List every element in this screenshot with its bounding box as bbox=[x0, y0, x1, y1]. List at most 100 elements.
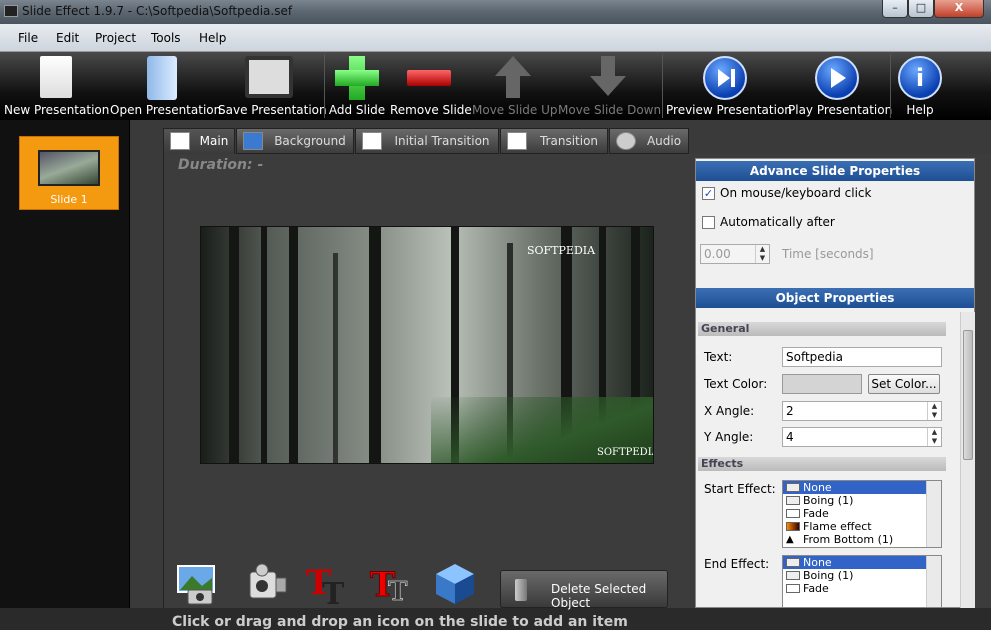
arrow-down-icon bbox=[590, 76, 626, 96]
arrow-up-stem bbox=[506, 76, 520, 98]
advance-slide-properties-header: Advance Slide Properties bbox=[696, 161, 974, 181]
tab-initial-transition[interactable]: Initial Transition bbox=[355, 128, 499, 154]
effect-fade-icon bbox=[786, 584, 800, 593]
info-icon: i bbox=[898, 56, 942, 100]
end-effect-list[interactable]: None Boing (1) Fade bbox=[782, 555, 942, 607]
on-mouse-label: On mouse/keyboard click bbox=[720, 186, 872, 200]
save-disk-icon bbox=[245, 56, 293, 98]
tab-audio[interactable]: Audio bbox=[609, 128, 689, 154]
effect-none-icon bbox=[786, 558, 800, 567]
toolbar: New Presentation Open Presentation Save … bbox=[0, 52, 991, 120]
y-angle-input[interactable]: 4 ▲ ▼ bbox=[782, 427, 942, 447]
open-presentation-button[interactable]: Open Presentation bbox=[110, 52, 221, 120]
slide-thumbnail[interactable]: Slide 1 bbox=[19, 136, 119, 210]
auto-after-label: Automatically after bbox=[720, 215, 835, 229]
effect-boing-icon bbox=[786, 571, 800, 580]
trash-icon bbox=[515, 579, 527, 601]
list-item[interactable]: Fade bbox=[783, 507, 941, 520]
duration-label: Duration: - bbox=[178, 157, 264, 173]
list-item[interactable]: ▲ From Bottom (1) bbox=[783, 533, 941, 546]
list-item[interactable]: None bbox=[783, 556, 941, 569]
menu-project[interactable]: Project bbox=[95, 31, 136, 45]
list-item[interactable]: Fade bbox=[783, 582, 941, 595]
remove-slide-button[interactable]: Remove Slide bbox=[390, 52, 472, 120]
add-3d-text-icon[interactable]: TT bbox=[368, 560, 414, 608]
text-label: Text: bbox=[704, 350, 733, 364]
text-input[interactable]: Softpedia bbox=[782, 347, 942, 367]
add-slide-button[interactable]: Add Slide bbox=[328, 52, 386, 120]
start-effect-label: Start Effect: bbox=[704, 482, 776, 496]
y-angle-spinner[interactable]: ▲ ▼ bbox=[927, 428, 941, 446]
effects-group-header: Effects bbox=[698, 457, 946, 471]
add-item-hint: Click or drag and drop an icon on the sl… bbox=[172, 614, 628, 630]
object-properties-header: Object Properties bbox=[696, 288, 974, 308]
maximize-button[interactable]: □ bbox=[908, 0, 934, 18]
delete-selected-object-button[interactable]: Delete Selected Object bbox=[500, 570, 668, 610]
tab-transition[interactable]: Transition bbox=[500, 128, 608, 154]
minus-icon bbox=[407, 70, 451, 86]
end-effect-scrollbar[interactable] bbox=[926, 556, 941, 607]
x-angle-label: X Angle: bbox=[704, 404, 755, 418]
toolbar-separator bbox=[662, 54, 663, 118]
menu-file[interactable]: File bbox=[18, 31, 38, 45]
toolbar-separator bbox=[890, 54, 891, 118]
move-slide-up-button[interactable]: Move Slide Up bbox=[472, 52, 558, 120]
list-item[interactable]: None bbox=[783, 481, 941, 494]
arrow-down-stem bbox=[601, 56, 615, 78]
list-item[interactable]: Flame effect bbox=[783, 520, 941, 533]
add-3d-cube-icon[interactable] bbox=[432, 560, 478, 606]
x-angle-input[interactable]: 2 ▲ ▼ bbox=[782, 401, 942, 421]
slide-text-object[interactable]: SOFTPEDIA bbox=[527, 244, 595, 257]
on-mouse-checkbox[interactable]: ✓ bbox=[702, 187, 715, 200]
arrow-up-icon: ▲ bbox=[786, 534, 794, 545]
end-effect-label: End Effect: bbox=[704, 557, 770, 571]
help-button[interactable]: i Help bbox=[894, 52, 946, 120]
menu-bar: File Edit Project Tools Help bbox=[0, 24, 991, 52]
effect-boing-icon bbox=[786, 496, 800, 505]
new-presentation-button[interactable]: New Presentation bbox=[4, 52, 109, 120]
time-seconds-input[interactable]: 0.00 ▲ ▼ bbox=[700, 244, 770, 264]
add-picture-icon[interactable] bbox=[174, 560, 220, 606]
slide-watermark: SOFTPEDIA bbox=[597, 447, 654, 458]
scrollbar-thumb[interactable] bbox=[963, 330, 973, 460]
close-button[interactable]: X bbox=[934, 0, 984, 18]
slide-canvas[interactable]: SOFTPEDIA SOFTPEDIA bbox=[200, 226, 654, 464]
save-presentation-button[interactable]: Save Presentation bbox=[218, 52, 327, 120]
y-angle-label: Y Angle: bbox=[704, 430, 754, 444]
add-video-icon[interactable] bbox=[244, 560, 290, 606]
skip-forward-icon bbox=[703, 56, 747, 100]
list-item[interactable]: Boing (1) bbox=[783, 569, 941, 582]
play-presentation-button[interactable]: Play Presentation bbox=[788, 52, 892, 120]
start-effect-scrollbar[interactable] bbox=[926, 481, 941, 547]
app-icon bbox=[4, 5, 18, 17]
auto-after-checkbox[interactable] bbox=[702, 216, 715, 229]
arrow-up-icon bbox=[495, 56, 531, 76]
slide-label: Slide 1 bbox=[50, 193, 88, 206]
svg-text:T: T bbox=[388, 577, 408, 606]
effect-none-icon bbox=[786, 483, 800, 492]
time-spinner[interactable]: ▲ ▼ bbox=[755, 245, 769, 263]
start-effect-list[interactable]: None Boing (1) Fade Flame effect ▲ From B… bbox=[782, 480, 942, 548]
x-angle-spinner[interactable]: ▲ ▼ bbox=[927, 402, 941, 420]
time-seconds-label: Time [seconds] bbox=[782, 247, 874, 261]
list-item[interactable]: Boing (1) bbox=[783, 494, 941, 507]
preview-presentation-button[interactable]: Preview Presentation bbox=[666, 52, 792, 120]
toolbar-separator bbox=[324, 54, 325, 118]
set-color-button[interactable]: Set Color... bbox=[868, 374, 940, 394]
add-text-icon[interactable]: TT bbox=[304, 560, 350, 612]
open-folder-icon bbox=[147, 56, 177, 100]
menu-edit[interactable]: Edit bbox=[56, 31, 79, 45]
plus-icon-bar bbox=[335, 70, 379, 86]
menu-tools[interactable]: Tools bbox=[151, 31, 181, 45]
move-slide-down-button[interactable]: Move Slide Down bbox=[558, 52, 661, 120]
slide-preview-image bbox=[38, 150, 100, 186]
effect-fade-icon bbox=[786, 509, 800, 518]
tab-main[interactable]: Main bbox=[163, 128, 235, 154]
minimize-button[interactable]: – bbox=[882, 0, 908, 18]
tab-background[interactable]: Background bbox=[236, 128, 354, 154]
title-bar: Slide Effect 1.9.7 - C:\Softpedia\Softpe… bbox=[0, 0, 991, 24]
text-color-label: Text Color: bbox=[704, 377, 768, 391]
menu-help[interactable]: Help bbox=[199, 31, 226, 45]
properties-scrollbar[interactable] bbox=[960, 312, 975, 608]
effect-flame-icon bbox=[786, 522, 800, 531]
